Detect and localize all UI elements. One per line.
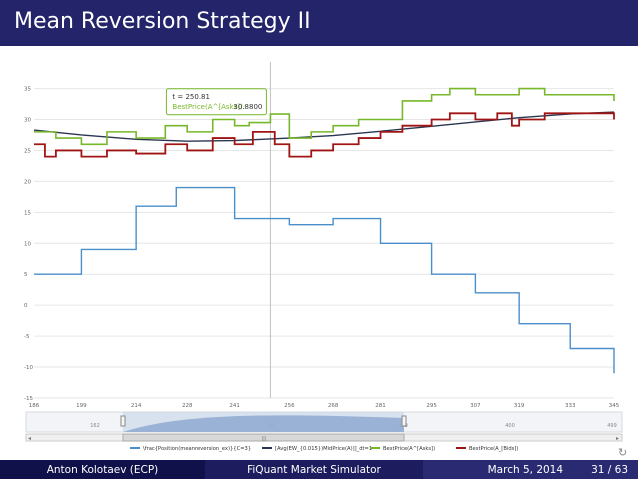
y-tick-label: 20 xyxy=(24,179,31,185)
y-tick-label: 10 xyxy=(24,241,31,247)
y-tick-label: -10 xyxy=(24,365,33,371)
scrollbar-grip: ||| xyxy=(261,436,266,442)
x-tick-label: 295 xyxy=(426,403,437,409)
tooltip-time: t = 250.81 xyxy=(172,93,210,101)
y-tick-label: 25 xyxy=(24,148,31,154)
x-axis-ticks: 186 199 214 228 241 256 268 281 295 307 319 333 345 xyxy=(29,403,620,409)
y-tick-label: 30 xyxy=(24,118,31,124)
footer-date-page: March 5, 2014 31 / 63 xyxy=(423,460,638,479)
footer-date: March 5, 2014 xyxy=(487,463,564,476)
x-tick-label: 241 xyxy=(229,403,240,409)
x-tick-label: 333 xyxy=(565,403,576,409)
x-tick-label: 186 xyxy=(29,403,40,409)
y-axis-ticks: 35 30 25 20 15 10 5 0 -5 -10 -15 xyxy=(24,87,33,402)
chart-area: 35 30 25 20 15 10 5 0 -5 -10 -15 186 199 214 228 241 25… xyxy=(0,46,638,460)
avg-midprice-series-line xyxy=(33,111,615,142)
chart-legend: \frac{Position(meanreversion_ex)}{C=3} [A… xyxy=(130,446,518,452)
legend-item-label[interactable]: [Avg(EW_{0.015})MidPrice(A)]]_dt=1 xyxy=(275,446,372,452)
tooltip-series-value: 30.8800 xyxy=(233,103,262,111)
x-tick-label: 228 xyxy=(182,403,193,409)
refresh-icon[interactable]: ↻ xyxy=(618,446,627,459)
scroll-left-icon[interactable]: ◂ xyxy=(28,435,31,442)
chart-series xyxy=(33,87,615,374)
footer-page-number: 31 / 63 xyxy=(591,463,628,476)
line-chart[interactable]: 35 30 25 20 15 10 5 0 -5 -10 -15 186 199 214 228 241 25… xyxy=(0,46,638,460)
x-tick-label: 345 xyxy=(609,403,620,409)
navigator-tick-label: 499 xyxy=(607,423,617,429)
x-tick-label: 199 xyxy=(76,403,87,409)
y-tick-label: 0 xyxy=(24,303,28,309)
navigator-right-handle[interactable] xyxy=(401,415,407,427)
x-tick-label: 256 xyxy=(284,403,295,409)
chart-tooltip: t = 250.81 BestPrice(A^[Asks]): 30.8800 xyxy=(165,88,267,116)
legend-item-label[interactable]: BestPrice(A^[Asks]) xyxy=(383,446,435,452)
y-tick-label: -15 xyxy=(24,396,33,402)
y-tick-label: 15 xyxy=(24,210,31,216)
footer-talk-title: FiQuant Market Simulator xyxy=(205,460,423,479)
position-series-line xyxy=(34,186,615,374)
x-tick-label: 307 xyxy=(470,403,481,409)
slide-title: Mean Reversion Strategy II xyxy=(14,9,311,34)
slide-title-bar: Mean Reversion Strategy II xyxy=(0,0,638,46)
navigator-left-handle[interactable] xyxy=(120,415,126,427)
range-navigator[interactable]: 162267339400499|||◂▸ xyxy=(25,411,623,442)
y-tick-label: 35 xyxy=(24,87,31,93)
legend-item-label[interactable]: BestPrice(A_[Bids]) xyxy=(469,446,518,452)
x-tick-label: 268 xyxy=(328,403,339,409)
y-tick-label: -5 xyxy=(24,334,30,340)
chart-grid xyxy=(34,88,614,399)
footer-author: Anton Kolotaev (ECP) xyxy=(0,460,205,479)
x-tick-label: 319 xyxy=(514,403,525,409)
x-tick-label: 214 xyxy=(131,403,142,409)
x-tick-label: 281 xyxy=(375,403,386,409)
scroll-right-icon[interactable]: ▸ xyxy=(616,435,619,442)
y-tick-label: 5 xyxy=(24,272,28,278)
navigator-tick-label: 400 xyxy=(505,423,515,429)
navigator-tick-label: 162 xyxy=(90,423,100,429)
slide-footer: Anton Kolotaev (ECP) FiQuant Market Simu… xyxy=(0,460,638,479)
legend-item-label[interactable]: \frac{Position(meanreversion_ex)}{C=3} xyxy=(143,446,251,452)
